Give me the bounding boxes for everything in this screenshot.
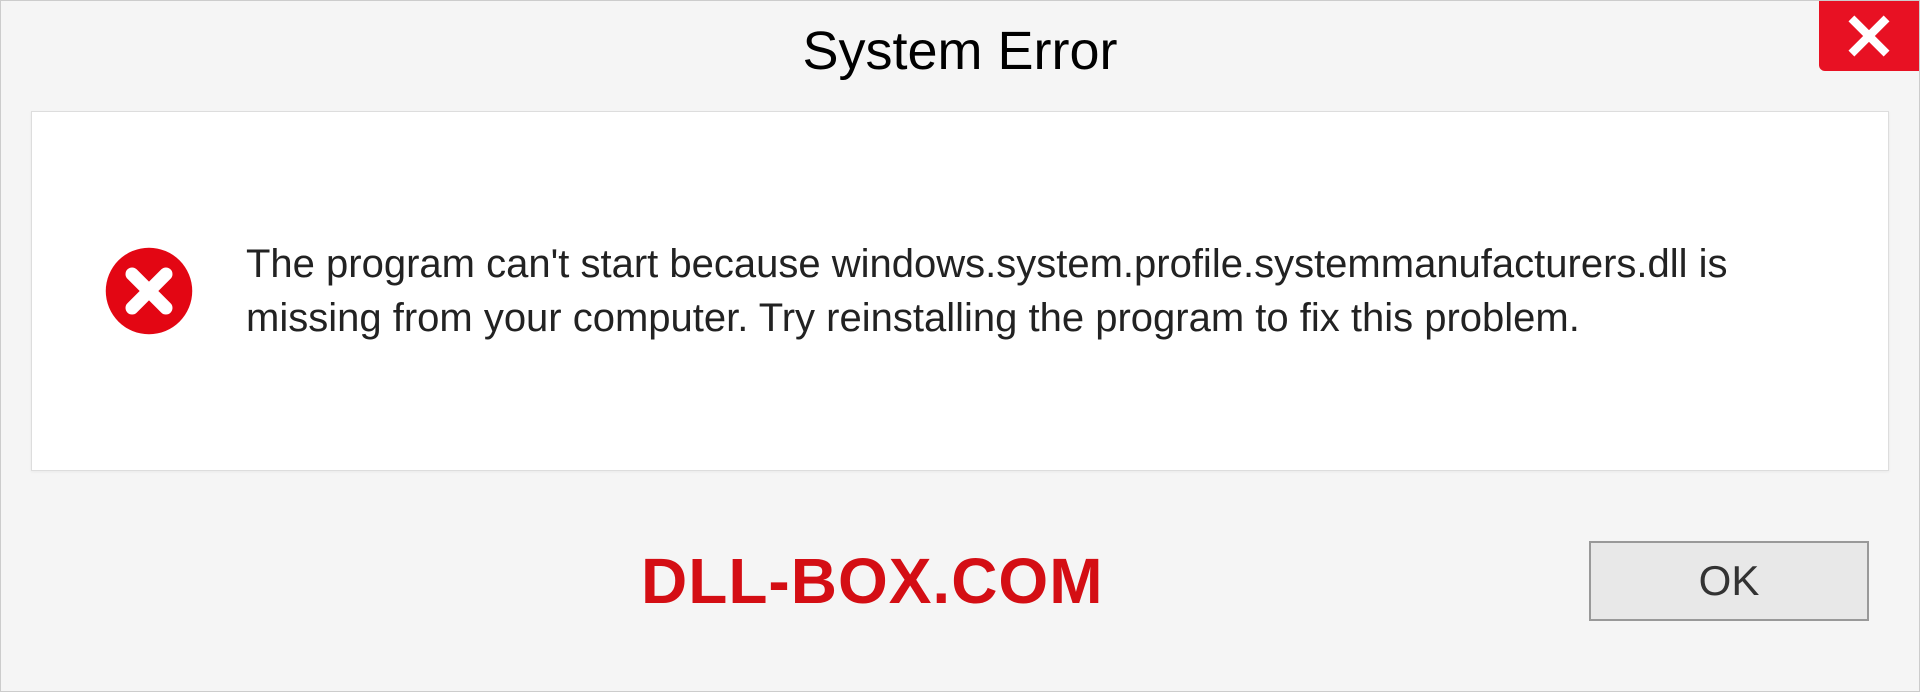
dialog-title: System Error <box>802 20 1117 82</box>
watermark-text: DLL-BOX.COM <box>641 544 1104 618</box>
ok-button-label: OK <box>1699 557 1760 605</box>
close-button[interactable] <box>1819 1 1919 71</box>
error-dialog: System Error The program can't start bec… <box>0 0 1920 692</box>
ok-button[interactable]: OK <box>1589 541 1869 621</box>
error-icon <box>102 244 196 338</box>
titlebar: System Error <box>1 1 1919 101</box>
error-message: The program can't start because windows.… <box>246 237 1838 345</box>
close-icon <box>1847 14 1891 58</box>
dialog-footer: DLL-BOX.COM OK <box>1 471 1919 691</box>
content-panel: The program can't start because windows.… <box>31 111 1889 471</box>
